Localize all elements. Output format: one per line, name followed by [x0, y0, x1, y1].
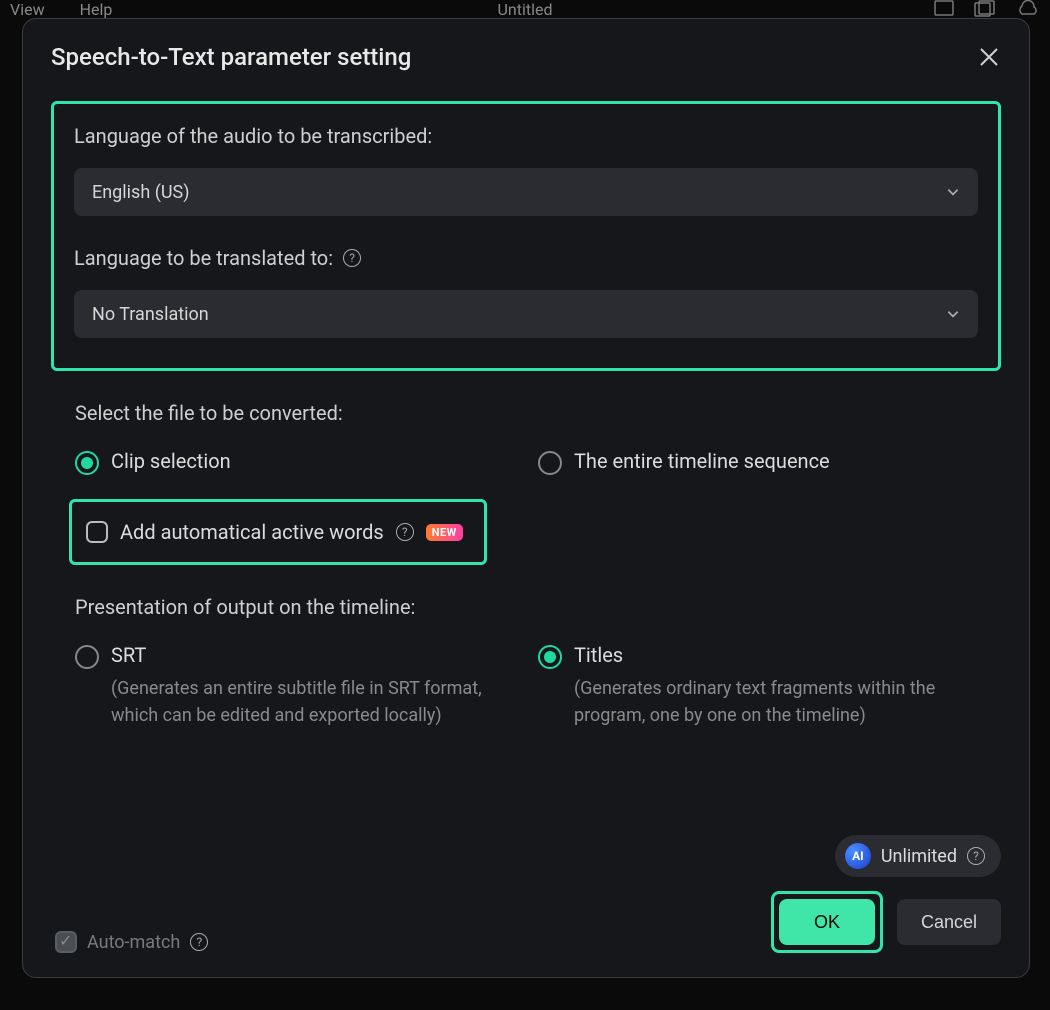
stt-settings-dialog: Speech-to-Text parameter setting Languag…: [22, 18, 1030, 978]
checkbox-auto-match[interactable]: [55, 931, 77, 953]
new-badge: NEW: [426, 524, 463, 541]
cancel-button[interactable]: Cancel: [897, 899, 1001, 945]
radio-indicator: [538, 645, 562, 669]
dialog-title: Speech-to-Text parameter setting: [51, 43, 411, 71]
language-section-highlight: Language of the audio to be transcribed:…: [51, 101, 1001, 371]
label-output-presentation: Presentation of output on the timeline:: [75, 595, 1001, 619]
radio-label: Clip selection: [111, 449, 231, 473]
radio-description: (Generates ordinary text fragments withi…: [574, 675, 974, 729]
radio-entire-timeline[interactable]: The entire timeline sequence: [538, 449, 1001, 475]
help-icon[interactable]: ?: [343, 249, 361, 267]
select-source-language[interactable]: English (US): [74, 168, 978, 216]
radio-srt[interactable]: SRT (Generates an entire subtitle file i…: [75, 643, 538, 729]
checkbox-label: Add automatical active words: [120, 520, 384, 544]
file-radio-group: Clip selection The entire timeline seque…: [75, 449, 1001, 475]
window-icon: [934, 0, 954, 18]
help-icon[interactable]: ?: [190, 933, 208, 951]
select-value: English (US): [92, 182, 190, 203]
dialog-footer: Auto-match ? AI Unlimited ? OK Cancel: [51, 835, 1001, 953]
window-icon: [974, 0, 996, 18]
chevron-down-icon: [946, 307, 960, 321]
auto-match-label: Auto-match: [87, 932, 180, 953]
dialog-header: Speech-to-Text parameter setting: [51, 43, 1001, 71]
radio-description: (Generates an entire subtitle file in SR…: [111, 675, 511, 729]
footer-right: AI Unlimited ? OK Cancel: [771, 835, 1001, 953]
ok-button[interactable]: OK: [779, 899, 875, 945]
auto-match-option[interactable]: Auto-match ?: [55, 931, 208, 953]
select-target-language[interactable]: No Translation: [74, 290, 978, 338]
output-radio-group: SRT (Generates an entire subtitle file i…: [75, 643, 1001, 729]
ai-unlimited-badge[interactable]: AI Unlimited ?: [835, 835, 1001, 877]
radio-titles[interactable]: Titles (Generates ordinary text fragment…: [538, 643, 1001, 729]
menu-view[interactable]: View: [10, 0, 45, 20]
radio-label: Titles: [574, 643, 974, 667]
chevron-down-icon: [946, 185, 960, 199]
radio-indicator: [75, 451, 99, 475]
button-row: OK Cancel: [771, 891, 1001, 953]
radio-indicator: [538, 451, 562, 475]
menu-help[interactable]: Help: [80, 0, 113, 20]
checkbox-active-words[interactable]: [86, 521, 108, 543]
help-icon[interactable]: ?: [967, 847, 985, 865]
label-file-select: Select the file to be converted:: [75, 401, 1001, 425]
background-title: Untitled: [498, 0, 553, 19]
close-icon[interactable]: [977, 45, 1001, 69]
label-source-language: Language of the audio to be transcribed:: [74, 124, 978, 148]
background-window-icons: [934, 0, 1040, 18]
help-icon[interactable]: ?: [396, 523, 414, 541]
unlimited-label: Unlimited: [881, 846, 957, 867]
radio-label: SRT: [111, 643, 511, 667]
select-value: No Translation: [92, 304, 209, 325]
ok-button-highlight: OK: [771, 891, 883, 953]
radio-indicator: [75, 645, 99, 669]
ai-icon: AI: [845, 843, 871, 869]
label-target-language: Language to be translated to: ?: [74, 246, 978, 270]
cloud-icon: [1016, 0, 1040, 18]
radio-label: The entire timeline sequence: [574, 449, 830, 473]
active-words-highlight: Add automatical active words ? NEW: [69, 499, 487, 565]
radio-clip-selection[interactable]: Clip selection: [75, 449, 538, 475]
